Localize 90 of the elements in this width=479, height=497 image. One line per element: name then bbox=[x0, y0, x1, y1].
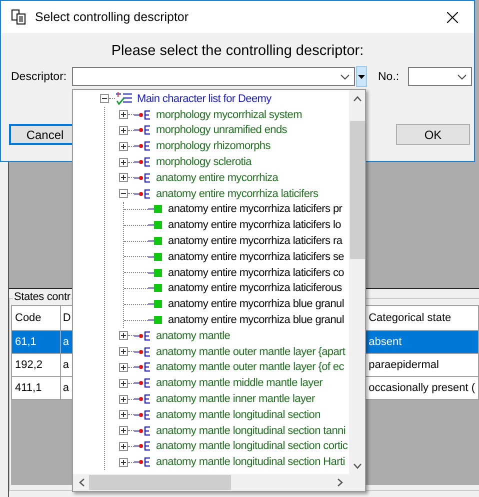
column-header[interactable]: Code bbox=[12, 306, 60, 330]
character-group-icon bbox=[134, 188, 152, 200]
character-icon bbox=[148, 204, 164, 214]
tree-item[interactable]: morphology rhizomorphs bbox=[156, 140, 270, 152]
column-header[interactable]: Categorical state bbox=[365, 306, 478, 330]
character-group-icon bbox=[134, 393, 152, 406]
table-cell: 61,1 bbox=[12, 330, 60, 354]
dropdown-button[interactable] bbox=[356, 66, 367, 87]
character-group-icon bbox=[134, 424, 152, 437]
character-icon bbox=[148, 299, 164, 310]
character-group-icon bbox=[134, 377, 152, 390]
checklist-icon bbox=[115, 92, 133, 106]
number-combobox[interactable] bbox=[408, 67, 472, 86]
character-group-icon bbox=[134, 346, 152, 358]
scroll-down-icon[interactable] bbox=[352, 462, 362, 468]
character-group-icon bbox=[134, 172, 152, 184]
expand-icon[interactable] bbox=[119, 426, 128, 436]
tree-item[interactable]: morphology mycorrhizal system bbox=[156, 108, 302, 121]
tree-item[interactable]: morphology sclerotia bbox=[156, 156, 252, 168]
dialog-heading: Please select the controlling descriptor: bbox=[110, 43, 365, 59]
expand-icon[interactable] bbox=[119, 173, 128, 182]
character-group-icon bbox=[134, 408, 152, 421]
character-group-icon bbox=[134, 108, 152, 121]
character-group-icon bbox=[134, 156, 152, 168]
tree-item[interactable]: anatomy mantle longitudinal section Harti bbox=[156, 456, 345, 468]
scroll-thumb[interactable] bbox=[89, 475, 231, 490]
expand-icon[interactable] bbox=[119, 126, 128, 135]
expand-icon[interactable] bbox=[119, 458, 128, 467]
vertical-scrollbar[interactable] bbox=[349, 90, 365, 474]
tree-item[interactable]: anatomy entire mycorrhiza laticifers pr bbox=[168, 203, 342, 216]
character-icon bbox=[148, 315, 164, 326]
character-group-icon bbox=[134, 456, 152, 468]
expand-icon[interactable] bbox=[119, 331, 128, 340]
character-icon bbox=[148, 268, 164, 278]
ok-button[interactable]: OK bbox=[396, 124, 470, 145]
character-group-icon bbox=[134, 330, 152, 342]
tree-item[interactable]: anatomy entire mycorrhiza laticifers bbox=[156, 188, 318, 200]
expand-icon[interactable] bbox=[119, 442, 128, 451]
expand-icon[interactable] bbox=[119, 142, 128, 151]
expand-icon[interactable] bbox=[119, 362, 128, 372]
expand-icon[interactable] bbox=[119, 378, 128, 388]
tree-item[interactable]: anatomy entire mycorrhiza blue granul bbox=[168, 298, 344, 310]
table-cell: absent bbox=[365, 330, 478, 354]
tree-item[interactable]: anatomy mantle outer mantle layer {of ec bbox=[156, 361, 344, 374]
field-label: No.: bbox=[378, 70, 400, 82]
expand-icon[interactable] bbox=[119, 347, 128, 356]
tree-item[interactable]: anatomy mantle middle mantle layer bbox=[156, 377, 322, 390]
chevron-down-icon bbox=[340, 74, 350, 80]
expand-icon[interactable] bbox=[119, 410, 128, 420]
tree-item[interactable]: anatomy entire mycorrhiza blue granul bbox=[168, 314, 344, 326]
scroll-left-icon[interactable] bbox=[79, 478, 85, 487]
tree-item[interactable]: anatomy mantle longitudinal section bbox=[156, 408, 320, 421]
tree-item[interactable]: anatomy mantle longitudinal section tanni bbox=[156, 424, 346, 437]
character-icon bbox=[148, 283, 164, 294]
tree-item[interactable]: Main character list for Deemy bbox=[137, 92, 272, 105]
group-title: States contr bbox=[13, 291, 72, 303]
horizontal-scrollbar[interactable] bbox=[73, 474, 349, 491]
expand-icon[interactable] bbox=[119, 394, 128, 404]
table-cell: 411,1 bbox=[12, 376, 60, 400]
character-icon bbox=[148, 236, 164, 246]
field-label: Descriptor: bbox=[11, 70, 68, 82]
character-group-icon bbox=[134, 124, 152, 136]
tree-item[interactable]: anatomy mantle bbox=[156, 330, 230, 342]
tree-item[interactable]: morphology unramified ends bbox=[156, 124, 288, 136]
character-group-icon bbox=[134, 440, 152, 452]
tree-item[interactable]: anatomy entire mycorrhiza laticifers ra bbox=[168, 235, 342, 248]
window-title: Select controlling descriptor bbox=[35, 10, 190, 24]
character-icon bbox=[148, 220, 164, 230]
expand-icon[interactable] bbox=[119, 110, 128, 120]
tree-item[interactable]: anatomy entire mycorrhiza laticifers se bbox=[168, 250, 344, 263]
character-group-icon bbox=[134, 361, 152, 374]
tree-item[interactable]: anatomy entire mycorrhiza laticiferous bbox=[168, 282, 342, 294]
tree-item[interactable]: anatomy entire mycorrhiza laticifers co bbox=[168, 266, 344, 279]
expand-icon[interactable] bbox=[119, 158, 128, 167]
character-icon bbox=[148, 252, 164, 262]
tree-item[interactable]: anatomy mantle longitudinal section cortic bbox=[156, 440, 348, 452]
table-cell: 192,2 bbox=[12, 354, 60, 376]
scroll-up-icon[interactable] bbox=[352, 96, 362, 102]
tree-item[interactable]: anatomy entire mycorrhiza bbox=[156, 172, 278, 184]
scroll-right-icon[interactable] bbox=[337, 478, 343, 487]
tree-item[interactable]: anatomy entire mycorrhiza laticifers lo bbox=[168, 219, 341, 232]
document-copy-icon bbox=[11, 9, 27, 25]
scroll-thumb[interactable] bbox=[350, 121, 364, 259]
descriptor-combobox[interactable] bbox=[72, 67, 355, 86]
collapse-icon[interactable] bbox=[100, 94, 109, 104]
close-icon bbox=[446, 12, 458, 22]
character-group-icon bbox=[134, 140, 152, 152]
chevron-down-icon bbox=[457, 74, 467, 80]
collapse-icon[interactable] bbox=[119, 189, 128, 198]
caret-icon bbox=[358, 74, 365, 78]
